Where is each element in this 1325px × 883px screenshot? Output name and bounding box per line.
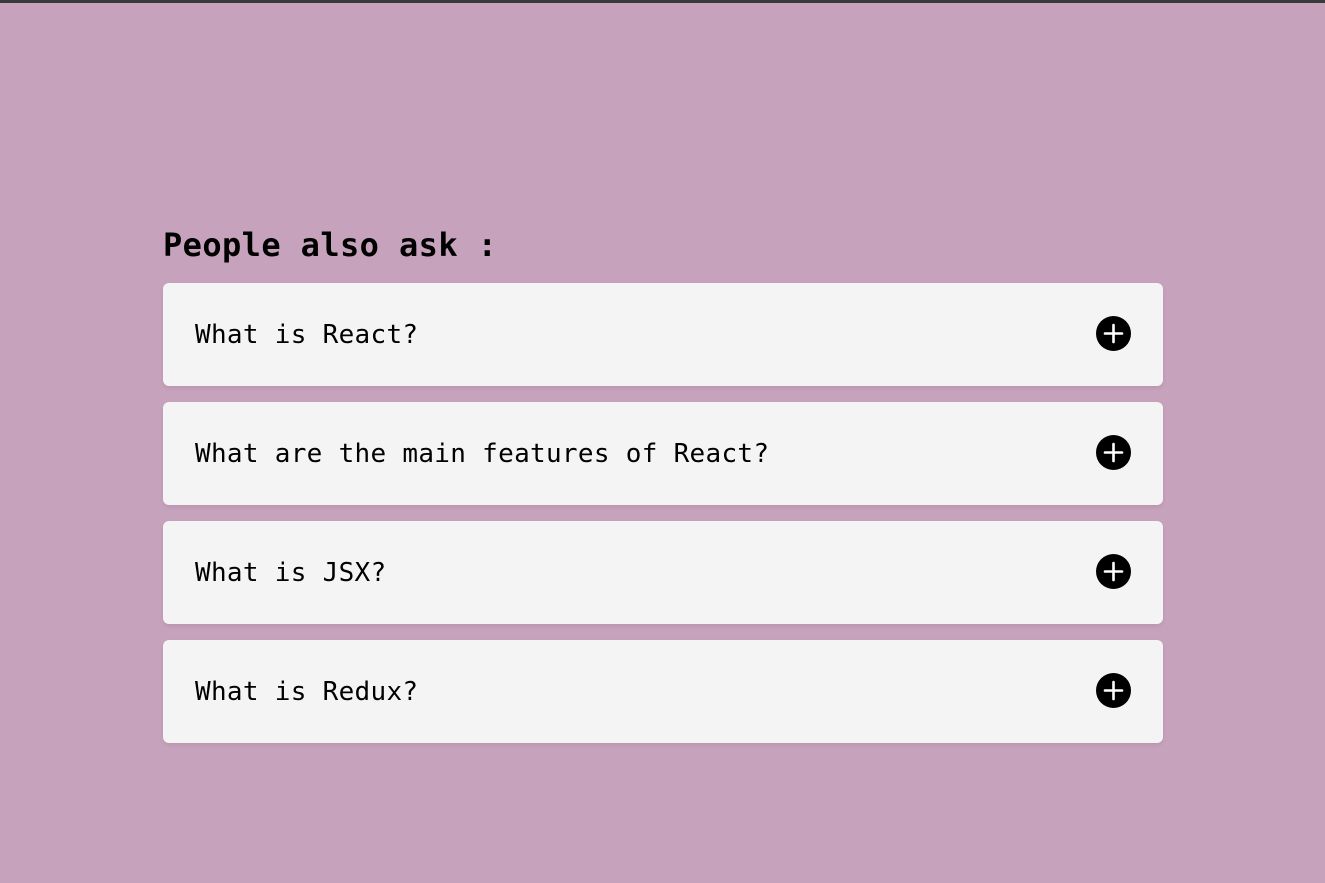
- faq-item-jsx[interactable]: What is JSX?: [163, 521, 1163, 624]
- plus-circle-icon[interactable]: [1096, 435, 1131, 470]
- faq-list: What is React? What are the main feature…: [163, 283, 1163, 743]
- faq-item-redux[interactable]: What is Redux?: [163, 640, 1163, 743]
- plus-circle-icon[interactable]: [1096, 554, 1131, 589]
- faq-question: What is Redux?: [195, 677, 419, 707]
- faq-item-react-features[interactable]: What are the main features of React?: [163, 402, 1163, 505]
- faq-question: What is React?: [195, 320, 419, 350]
- faq-question: What are the main features of React?: [195, 439, 770, 469]
- plus-circle-icon[interactable]: [1096, 316, 1131, 351]
- faq-section: People also ask : What is React? What ar…: [163, 224, 1163, 743]
- plus-circle-icon[interactable]: [1096, 673, 1131, 708]
- faq-item-react[interactable]: What is React?: [163, 283, 1163, 386]
- faq-heading: People also ask :: [163, 226, 498, 264]
- window-top-border: [0, 0, 1325, 3]
- faq-question: What is JSX?: [195, 558, 387, 588]
